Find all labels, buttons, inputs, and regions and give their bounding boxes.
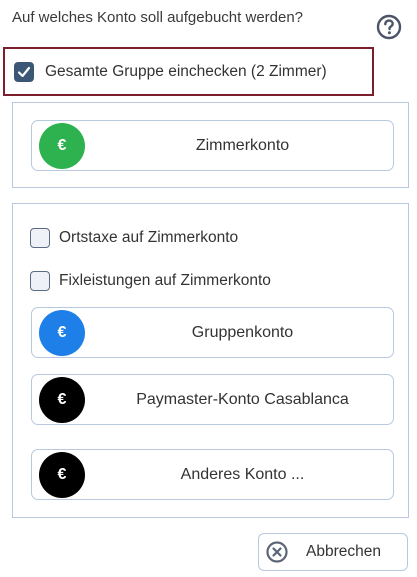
group-checkin-label: Gesamte Gruppe einchecken (2 Zimmer) (45, 62, 327, 80)
other-account-button[interactable]: € Anderes Konto ... (31, 449, 394, 500)
close-circle-icon (266, 541, 288, 563)
euro-icon: € (39, 452, 85, 498)
room-account-section: € Zimmerkonto (12, 102, 409, 188)
paymaster-account-label: Paymaster-Konto Casablanca (136, 390, 349, 408)
euro-icon: € (39, 123, 85, 169)
tourist-tax-label: Ortstaxe auf Zimmerkonto (59, 229, 239, 246)
dialog-question: Auf welches Konto soll aufgebucht werden… (12, 9, 304, 26)
group-account-button[interactable]: € Gruppenkonto (31, 307, 394, 358)
room-account-label: Zimmerkonto (195, 136, 290, 154)
tourist-tax-option[interactable]: Ortstaxe auf Zimmerkonto (30, 228, 238, 248)
euro-icon: € (39, 377, 85, 423)
euro-icon: € (39, 310, 85, 356)
cancel-button[interactable]: Abbrechen (258, 533, 408, 571)
other-account-label: Anderes Konto ... (180, 465, 305, 483)
fixed-services-checkbox[interactable] (30, 271, 50, 291)
check-icon (17, 66, 31, 77)
cancel-label: Abbrechen (306, 543, 381, 560)
other-accounts-section: Ortstaxe auf Zimmerkonto Fixleistungen a… (12, 203, 409, 518)
fixed-services-option[interactable]: Fixleistungen auf Zimmerkonto (30, 271, 271, 291)
fixed-services-label: Fixleistungen auf Zimmerkonto (59, 272, 271, 289)
group-account-label: Gruppenkonto (191, 323, 294, 341)
tourist-tax-checkbox[interactable] (30, 228, 50, 248)
paymaster-account-button[interactable]: € Paymaster-Konto Casablanca (31, 374, 394, 425)
group-checkin-option[interactable]: Gesamte Gruppe einchecken (2 Zimmer) (3, 47, 374, 96)
help-circle-icon[interactable] (376, 14, 402, 40)
group-checkin-checkbox[interactable] (14, 61, 34, 82)
room-account-button[interactable]: € Zimmerkonto (31, 120, 394, 171)
